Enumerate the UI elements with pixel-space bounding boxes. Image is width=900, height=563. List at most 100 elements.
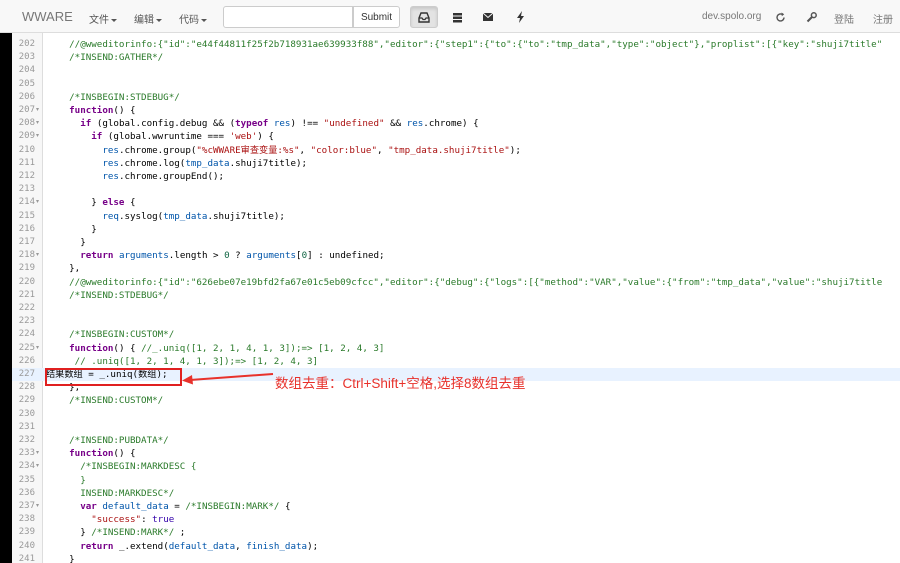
code-text: /*INSEND:STDEBUG*/ <box>69 289 169 301</box>
code-text: var default_data = /*INSBEGIN:MARK*/ { <box>80 501 291 512</box>
code-text: /*INSBEGIN:STDEBUG*/ <box>69 91 180 103</box>
code-line[interactable]: 229 /*INSEND:CUSTOM*/ <box>12 394 900 407</box>
fold-toggle-icon[interactable]: ▾ <box>36 196 39 209</box>
code-line[interactable]: 212 res.chrome.groupEnd(); <box>12 170 900 183</box>
line-number: 206 <box>18 91 35 102</box>
code-text: return _.extend(default_data, finish_dat… <box>80 540 319 552</box>
code-line[interactable]: 222 <box>12 302 900 315</box>
code-text: // .uniq([1, 2, 1, 4, 1, 3]);=> [1, 2, 4… <box>74 355 319 367</box>
code-editor[interactable]: 202 //@wweditorinfo:{"id":"e44f44811f25f… <box>12 33 900 563</box>
menu-file-label: 文件 <box>89 15 109 26</box>
line-number: 227 <box>18 369 35 379</box>
settings-button[interactable] <box>797 6 825 28</box>
code-line[interactable]: 208 ▾ if (global.config.debug && (typeof … <box>12 117 900 130</box>
envelope-icon <box>482 12 494 21</box>
code-text: function() { <box>69 448 136 460</box>
chevron-down-icon <box>156 18 162 22</box>
code-line[interactable]: 217 } <box>12 236 900 249</box>
code-line[interactable]: 207 ▾ function() { <box>12 104 900 117</box>
fold-toggle-icon[interactable]: ▾ <box>36 342 39 355</box>
line-number: 229 <box>18 395 35 406</box>
line-number: 226 <box>18 355 35 366</box>
code-line[interactable]: 214 ▾ } else { <box>12 196 900 209</box>
envelope-button[interactable] <box>474 6 502 28</box>
code-text: } <box>80 474 86 486</box>
register-link[interactable]: 注册 <box>873 11 893 26</box>
code-text: //@wweditorinfo:{"id":"626ebe07e19bfd2fa… <box>69 276 883 288</box>
menu-edit[interactable]: 编辑 <box>134 11 162 26</box>
code-line[interactable]: 232 /*INSEND:PUBDATA*/ <box>12 434 900 447</box>
code-line[interactable]: 240 return _.extend(default_data, finish… <box>12 540 900 553</box>
code-text: res.chrome.groupEnd(); <box>102 171 225 182</box>
code-line[interactable]: 219 }, <box>12 262 900 275</box>
bolt-button[interactable] <box>506 6 534 28</box>
code-line[interactable]: 237 ▾ var default_data = /*INSBEGIN:MARK*… <box>12 500 900 513</box>
bolt-icon <box>516 11 524 23</box>
code-line[interactable]: 233 ▾ function() { <box>12 447 900 460</box>
code-line[interactable]: 211 res.chrome.log(tmp_data.shuji7title)… <box>12 157 900 170</box>
code-line[interactable]: 230 <box>12 408 900 421</box>
inbox-button[interactable] <box>410 6 438 28</box>
code-line[interactable]: 221 /*INSEND:STDEBUG*/ <box>12 289 900 302</box>
code-text: /*INSBEGIN:MARKDESC { <box>80 461 197 473</box>
code-line[interactable]: 223 <box>12 315 900 328</box>
menu-file[interactable]: 文件 <box>89 11 117 26</box>
code-line[interactable]: 216 } <box>12 223 900 236</box>
code-line[interactable]: 226 // .uniq([1, 2, 1, 4, 1, 3]);=> [1, … <box>12 355 900 368</box>
code-text: } <box>47 223 97 235</box>
code-line[interactable]: 210 res.chrome.group("%cWWARE审查变量:%s", "… <box>12 144 900 157</box>
code-line[interactable]: 231 <box>12 421 900 434</box>
code-line[interactable]: 235 } <box>12 474 900 487</box>
line-number: 202 <box>18 39 35 49</box>
code-line[interactable]: 220 //@wweditorinfo:{"id":"626ebe07e19bf… <box>12 276 900 289</box>
code-text: 结果数组 = _.uniq(数组); <box>46 369 168 380</box>
fold-toggle-icon[interactable]: ▾ <box>36 500 39 513</box>
search-input[interactable] <box>223 6 353 28</box>
line-number: 237 <box>18 501 35 511</box>
code-line[interactable]: 224 /*INSBEGIN:CUSTOM*/ <box>12 328 900 341</box>
stack-button[interactable] <box>443 6 471 28</box>
code-text: } /*INSEND:MARK*/ ; <box>47 527 186 539</box>
fold-toggle-icon[interactable]: ▾ <box>36 447 39 460</box>
fold-toggle-icon[interactable]: ▾ <box>36 249 39 262</box>
top-navbar: WWARE 文件 编辑 代码 Submit dev.spolo.org 登陆 注… <box>0 0 900 33</box>
line-number: 223 <box>18 316 35 327</box>
code-text: res.chrome.group("%cWWARE审查变量:%s", "colo… <box>102 144 521 156</box>
menu-code[interactable]: 代码 <box>179 11 207 26</box>
code-line[interactable]: 202 //@wweditorinfo:{"id":"e44f44811f25f… <box>12 38 900 51</box>
fold-toggle-icon[interactable]: ▾ <box>36 460 39 473</box>
code-line[interactable]: 205 <box>12 78 900 91</box>
line-number: 216 <box>18 223 35 234</box>
code-line[interactable]: 215 req.syslog(tmp_data.shuji7title); <box>12 210 900 223</box>
annotation-arrow-icon <box>182 373 274 385</box>
domain-link[interactable]: dev.spolo.org <box>702 11 761 22</box>
code-text: req.syslog(tmp_data.shuji7title); <box>102 210 285 222</box>
line-number: 231 <box>18 421 35 432</box>
code-line[interactable]: 241 } <box>12 553 900 563</box>
code-line[interactable]: 236 INSEND:MARKDESC*/ <box>12 487 900 500</box>
code-line[interactable]: 238 "success": true <box>12 513 900 526</box>
line-number: 238 <box>18 514 35 525</box>
brand-logo[interactable]: WWARE <box>22 9 73 24</box>
login-link[interactable]: 登陆 <box>834 11 854 26</box>
code-line[interactable]: 218 ▾ return arguments.length > 0 ? argum… <box>12 249 900 262</box>
line-number: 217 <box>18 237 35 247</box>
fold-toggle-icon[interactable]: ▾ <box>36 130 39 143</box>
code-text: //@wweditorinfo:{"id":"e44f44811f25f2b71… <box>69 39 883 50</box>
submit-button[interactable]: Submit <box>353 6 400 28</box>
fold-toggle-icon[interactable]: ▾ <box>36 117 39 130</box>
code-line[interactable]: 225 ▾ function() { //_.uniq([1, 2, 1, 4, … <box>12 342 900 355</box>
code-line[interactable]: 209 ▾ if (global.wwruntime === 'web') { <box>12 130 900 143</box>
code-line[interactable]: 206 /*INSBEGIN:STDEBUG*/ <box>12 91 900 104</box>
code-line[interactable]: 239 } /*INSEND:MARK*/ ; <box>12 526 900 539</box>
code-line[interactable]: 203 /*INSEND:GATHER*/ <box>12 51 900 64</box>
line-number: 218 <box>18 250 35 261</box>
fold-toggle-icon[interactable]: ▾ <box>36 104 39 117</box>
annotation-text: 数组去重：Ctrl+Shift+空格,选择8数组去重 <box>275 376 526 391</box>
code-line[interactable]: 213 <box>12 183 900 196</box>
refresh-button[interactable] <box>766 6 794 28</box>
line-number: 219 <box>18 263 35 274</box>
menu-edit-label: 编辑 <box>134 15 154 26</box>
code-line[interactable]: 234 ▾ /*INSBEGIN:MARKDESC { <box>12 460 900 473</box>
code-line[interactable]: 204 <box>12 64 900 77</box>
